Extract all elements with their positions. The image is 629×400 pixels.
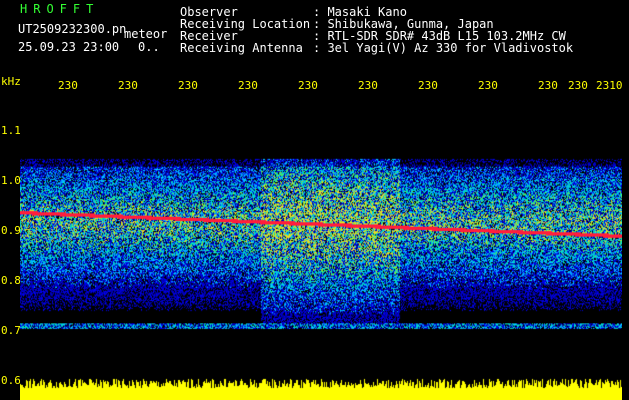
info-label-antenna: Receiving Antenna	[180, 41, 303, 55]
x-tick: 230	[538, 79, 558, 92]
x-tick: 230	[418, 79, 438, 92]
x-tick: 230	[568, 79, 588, 92]
y-tick: 1.1	[1, 124, 21, 137]
y-tick: 1.0	[1, 174, 21, 187]
info-value-antenna: : 3el Yagi(V) Az 330 for Vladivostok	[313, 41, 574, 55]
x-tick: 230	[298, 79, 318, 92]
x-tick: 230	[178, 79, 198, 92]
spectrogram-waterfall	[20, 100, 622, 400]
y-tick: 0.8	[1, 274, 21, 287]
x-tick: 230	[478, 79, 498, 92]
x-tick: 230	[118, 79, 138, 92]
app-logo: HROFFT	[20, 2, 100, 16]
x-tick: 230	[58, 79, 78, 92]
y-tick: 0.6	[1, 374, 21, 387]
filename: UT2509232300.pn	[18, 22, 127, 36]
amplitude-strip	[20, 370, 622, 400]
x-tick: 230	[238, 79, 258, 92]
y-axis-unit: kHz	[1, 75, 21, 88]
y-tick: 0.7	[1, 324, 21, 337]
datetime: 25.09.23 23:00	[18, 40, 120, 54]
meteor-label: meteor	[124, 27, 168, 41]
x-tick: 230	[358, 79, 378, 92]
detection-count: 0..	[138, 40, 160, 54]
x-tick: 2310	[596, 79, 623, 92]
y-tick: 0.9	[1, 224, 21, 237]
